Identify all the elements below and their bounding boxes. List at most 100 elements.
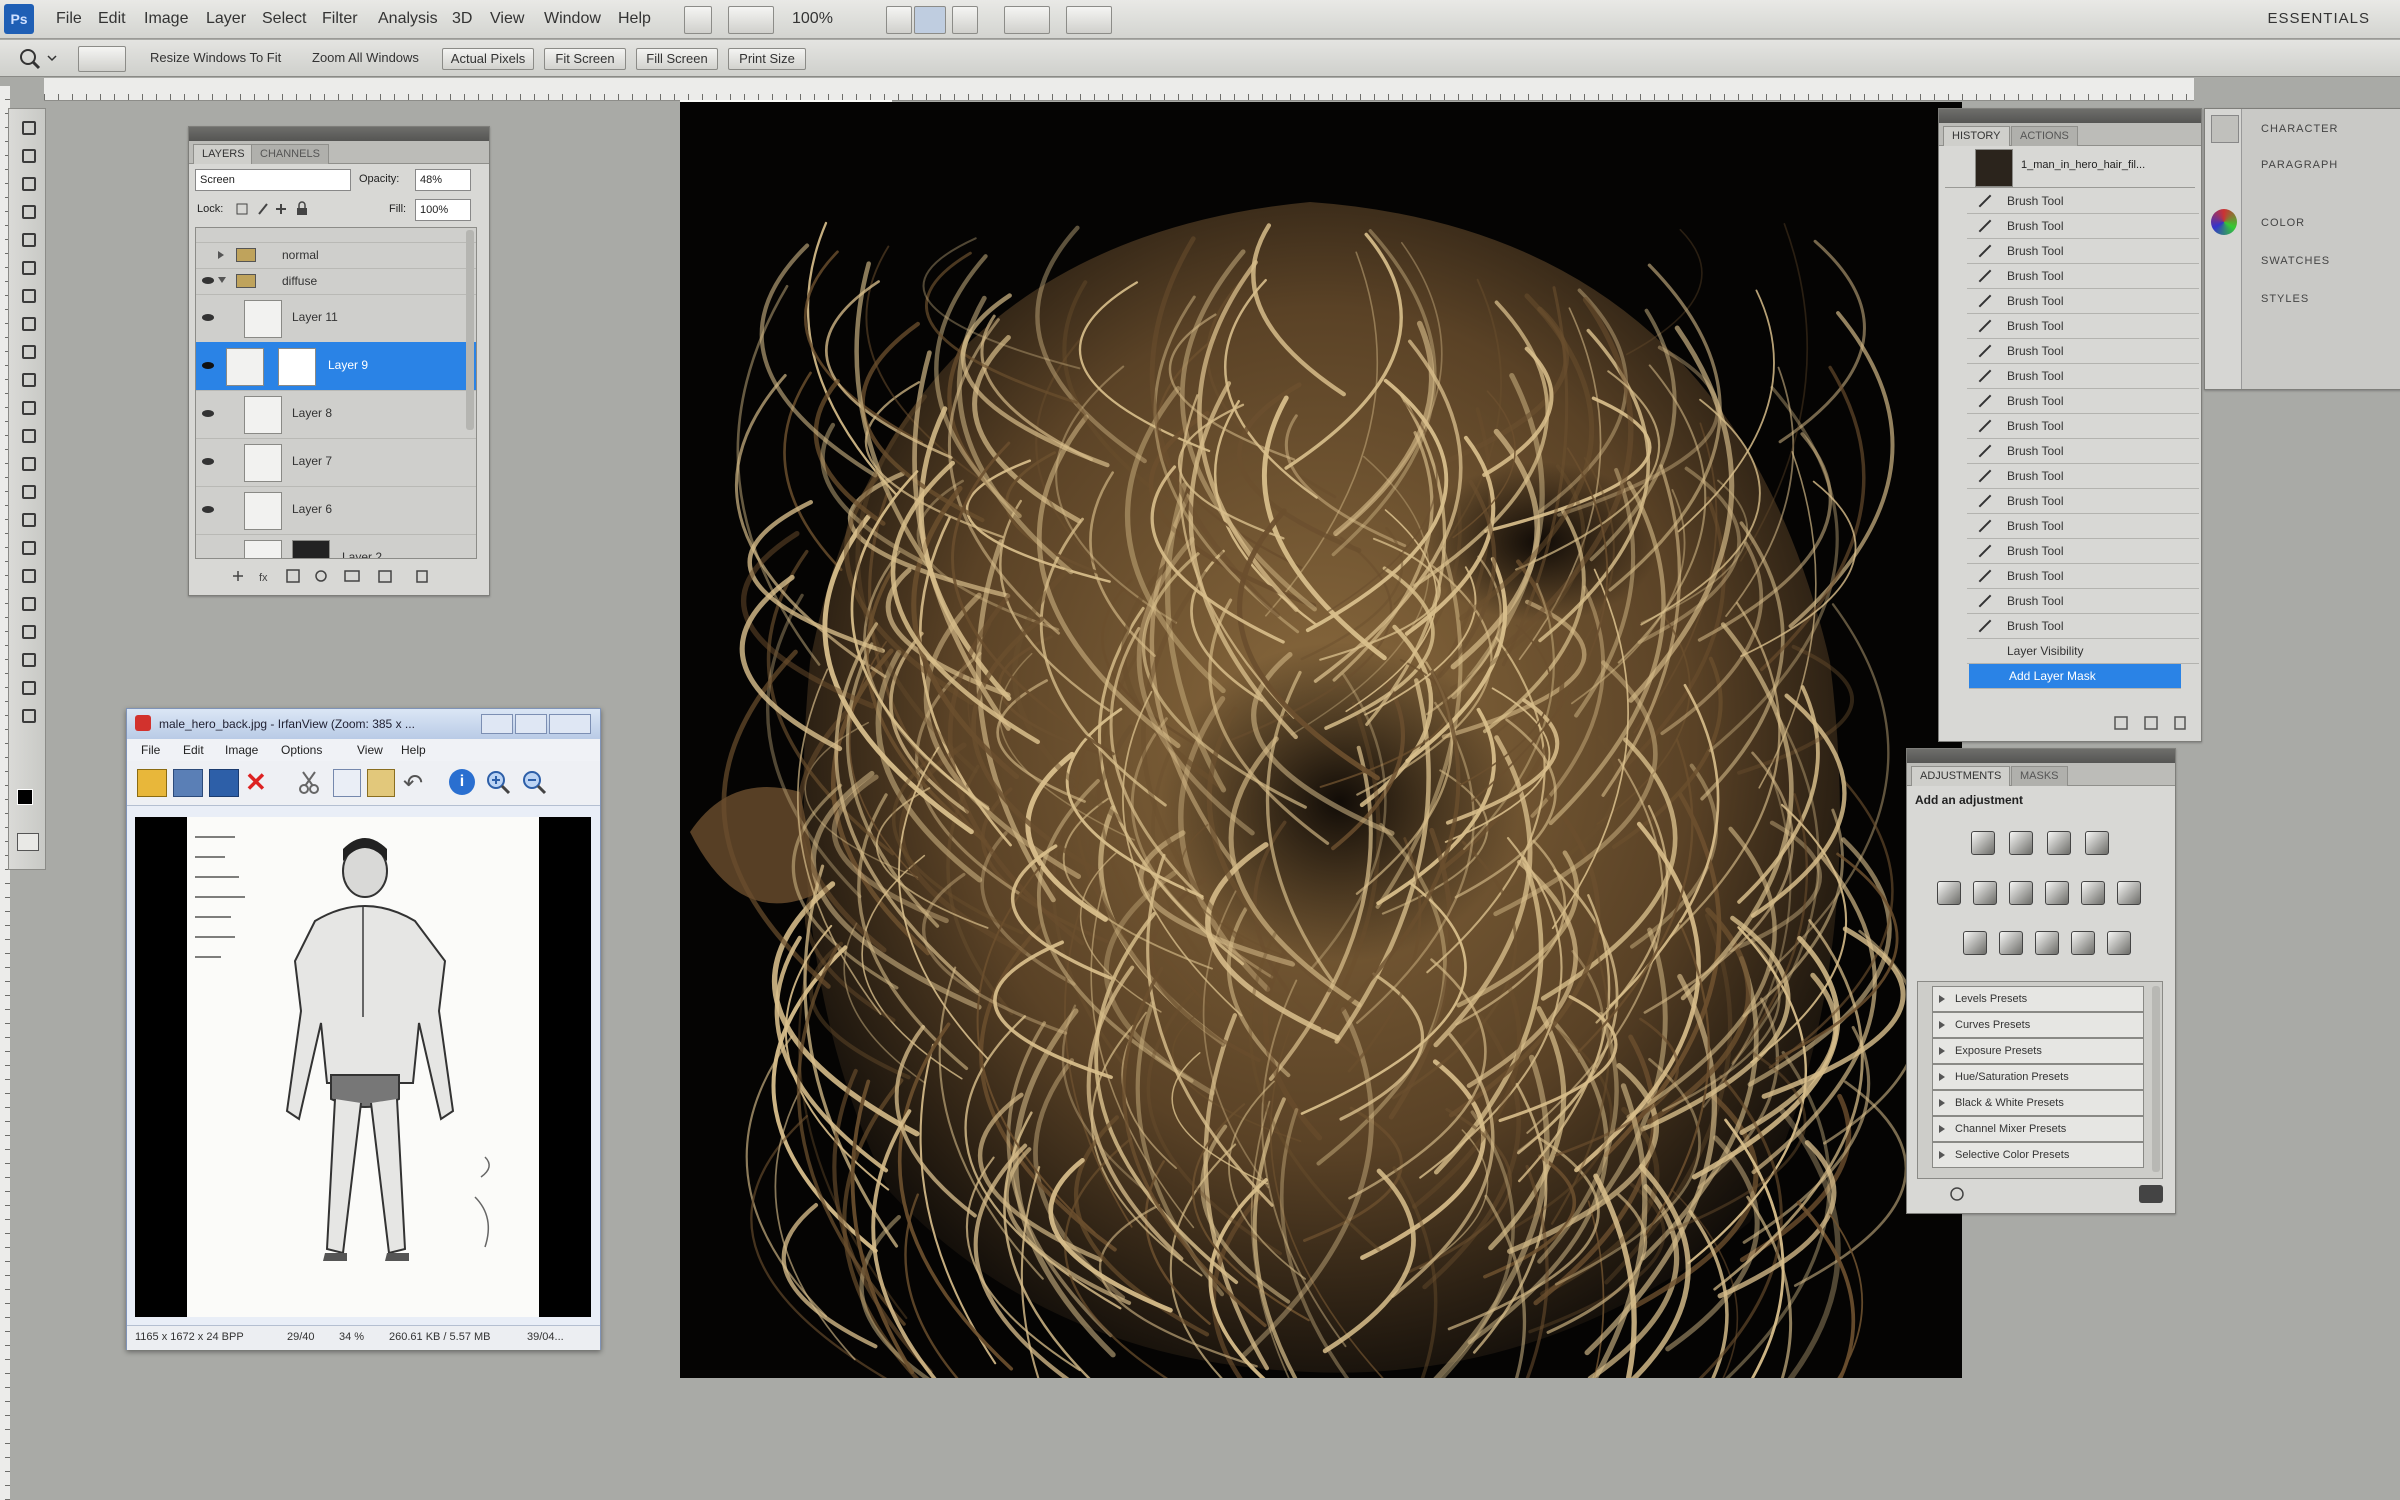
eye-icon[interactable] — [202, 410, 214, 417]
dock-character[interactable]: CHARACTER — [2261, 123, 2338, 135]
history-footer-icons[interactable] — [1945, 713, 2195, 733]
foreground-color-swatch[interactable] — [17, 789, 33, 805]
layer-row-normal[interactable]: normal — [196, 242, 476, 269]
image-viewer-titlebar[interactable]: male_hero_back.jpg - IrfanView (Zoom: 38… — [127, 709, 600, 740]
clone-stamp-tool-icon[interactable] — [13, 339, 41, 361]
posterize-icon[interactable] — [1999, 931, 2023, 955]
presets-scrollbar[interactable] — [2152, 986, 2160, 1172]
hand-tool-button[interactable] — [886, 6, 912, 34]
lasso-tool-icon[interactable] — [13, 171, 41, 193]
layers-footer-icons[interactable]: fx — [229, 567, 459, 585]
rotate-view-button[interactable] — [952, 6, 978, 34]
quick-select-tool-icon[interactable] — [13, 199, 41, 221]
history-item[interactable]: Brush Tool — [1967, 589, 2199, 614]
pen-tool-icon[interactable] — [13, 507, 41, 529]
styles-icon[interactable] — [2211, 285, 2237, 311]
eye-icon[interactable] — [202, 362, 214, 369]
history-item[interactable]: Brush Tool — [1967, 364, 2199, 389]
menu-help[interactable]: Help — [618, 10, 651, 28]
exposure-icon[interactable] — [2085, 831, 2109, 855]
eye-icon[interactable] — [202, 458, 214, 465]
dock-paragraph[interactable]: PARAGRAPH — [2261, 159, 2338, 171]
quick-mask-icon[interactable] — [17, 833, 39, 851]
history-item[interactable]: Brush Tool — [1967, 189, 2199, 214]
vibrance-icon[interactable] — [1937, 881, 1961, 905]
preset-selective-color[interactable]: Selective Color Presets — [1932, 1142, 2144, 1168]
eye-icon[interactable] — [202, 314, 214, 321]
history-item[interactable]: Brush Tool — [1967, 489, 2199, 514]
layer-row-layer-2[interactable]: Layer 2 — [196, 534, 476, 558]
history-item[interactable]: Brush Tool — [1967, 514, 2199, 539]
delete-icon[interactable]: ✕ — [245, 767, 267, 798]
channel-mixer-icon[interactable] — [2117, 881, 2141, 905]
eye-icon[interactable] — [202, 506, 214, 513]
clip-to-layer-icon[interactable] — [1947, 1185, 1967, 1203]
menu-view[interactable]: View — [490, 10, 524, 28]
healing-brush-tool-icon[interactable] — [13, 283, 41, 305]
path-selection-tool-icon[interactable] — [13, 563, 41, 585]
3d-orbit-tool-icon[interactable] — [13, 647, 41, 669]
invert-icon[interactable] — [1963, 931, 1987, 955]
levels-icon[interactable] — [2009, 831, 2033, 855]
zoom-icon[interactable] — [14, 46, 60, 70]
menu-file[interactable]: File — [56, 10, 82, 28]
menu-3d[interactable]: 3D — [452, 10, 472, 28]
menu-filter[interactable]: Filter — [322, 10, 358, 28]
menu-window[interactable]: Window — [544, 10, 601, 28]
3d-rotate-tool-icon[interactable] — [13, 619, 41, 641]
layer-mask-thumbnail[interactable] — [278, 348, 316, 386]
photo-filter-icon[interactable] — [2081, 881, 2105, 905]
history-item[interactable]: Brush Tool — [1967, 614, 2199, 639]
menu-select[interactable]: Select — [262, 10, 306, 28]
history-item[interactable]: Brush Tool — [1967, 439, 2199, 464]
open-folder-icon[interactable] — [137, 769, 167, 797]
zoom-tool-button[interactable] — [914, 6, 946, 34]
preset-channel-mixer[interactable]: Channel Mixer Presets — [1932, 1116, 2144, 1142]
layer-mask-thumbnail[interactable] — [292, 540, 330, 558]
eyedropper-tool-icon[interactable] — [13, 255, 41, 277]
print-size-button[interactable]: Print Size — [728, 48, 806, 70]
fit-screen-button[interactable]: Fit Screen — [544, 48, 626, 70]
preset-black-white[interactable]: Black & White Presets — [1932, 1090, 2144, 1116]
blend-mode-select[interactable]: Screen — [195, 169, 351, 191]
image-viewer-canvas[interactable] — [135, 817, 591, 1317]
history-item[interactable]: Brush Tool — [1967, 414, 2199, 439]
screen-mode-button[interactable] — [1066, 6, 1112, 34]
layer-row-diffuse[interactable]: diffuse — [196, 268, 476, 295]
group-expand-icon[interactable] — [218, 251, 224, 259]
tab-channels[interactable]: CHANNELS — [251, 144, 329, 164]
menu-edit[interactable]: Edit — [98, 10, 126, 28]
document-canvas[interactable] — [680, 102, 1962, 1378]
blur-tool-icon[interactable] — [13, 451, 41, 473]
fill-screen-button[interactable]: Fill Screen — [636, 48, 718, 70]
curves-icon[interactable] — [2047, 831, 2071, 855]
paragraph-icon[interactable] — [2211, 151, 2237, 177]
layer-row-layer-6[interactable]: Layer 6 — [196, 486, 476, 535]
slideshow-icon[interactable] — [173, 769, 203, 797]
close-button[interactable] — [549, 714, 591, 734]
zoom-in-icon[interactable] — [485, 769, 511, 795]
hand-tool-icon[interactable] — [13, 675, 41, 697]
layer-row-layer-9[interactable]: Layer 9 — [196, 342, 476, 391]
iv-menu-options[interactable]: Options — [281, 743, 322, 757]
info-icon[interactable]: i — [449, 769, 475, 795]
history-item-selected[interactable]: Add Layer Mask — [1969, 664, 2181, 689]
history-item-layer-visibility[interactable]: Layer Visibility — [1967, 639, 2199, 664]
iv-menu-view[interactable]: View — [357, 743, 383, 757]
preset-curves[interactable]: Curves Presets — [1932, 1012, 2144, 1038]
history-item[interactable]: Brush Tool — [1967, 389, 2199, 414]
menu-analysis[interactable]: Analysis — [378, 10, 438, 28]
zoom-out-icon[interactable] — [521, 769, 547, 795]
group-collapse-icon[interactable] — [218, 277, 226, 283]
history-item[interactable]: Brush Tool — [1967, 464, 2199, 489]
dock-swatches[interactable]: SWATCHES — [2261, 255, 2330, 267]
history-item[interactable]: Brush Tool — [1967, 539, 2199, 564]
layer-row-group-top[interactable] — [196, 228, 476, 243]
selective-color-icon[interactable] — [2107, 931, 2131, 955]
workspace-switcher[interactable]: ESSENTIALS — [2267, 10, 2370, 27]
brightness-contrast-icon[interactable] — [1971, 831, 1995, 855]
type-tool-icon[interactable] — [13, 535, 41, 557]
layer-row-layer-7[interactable]: Layer 7 — [196, 438, 476, 487]
copy-icon[interactable] — [333, 769, 361, 797]
history-item[interactable]: Brush Tool — [1967, 264, 2199, 289]
